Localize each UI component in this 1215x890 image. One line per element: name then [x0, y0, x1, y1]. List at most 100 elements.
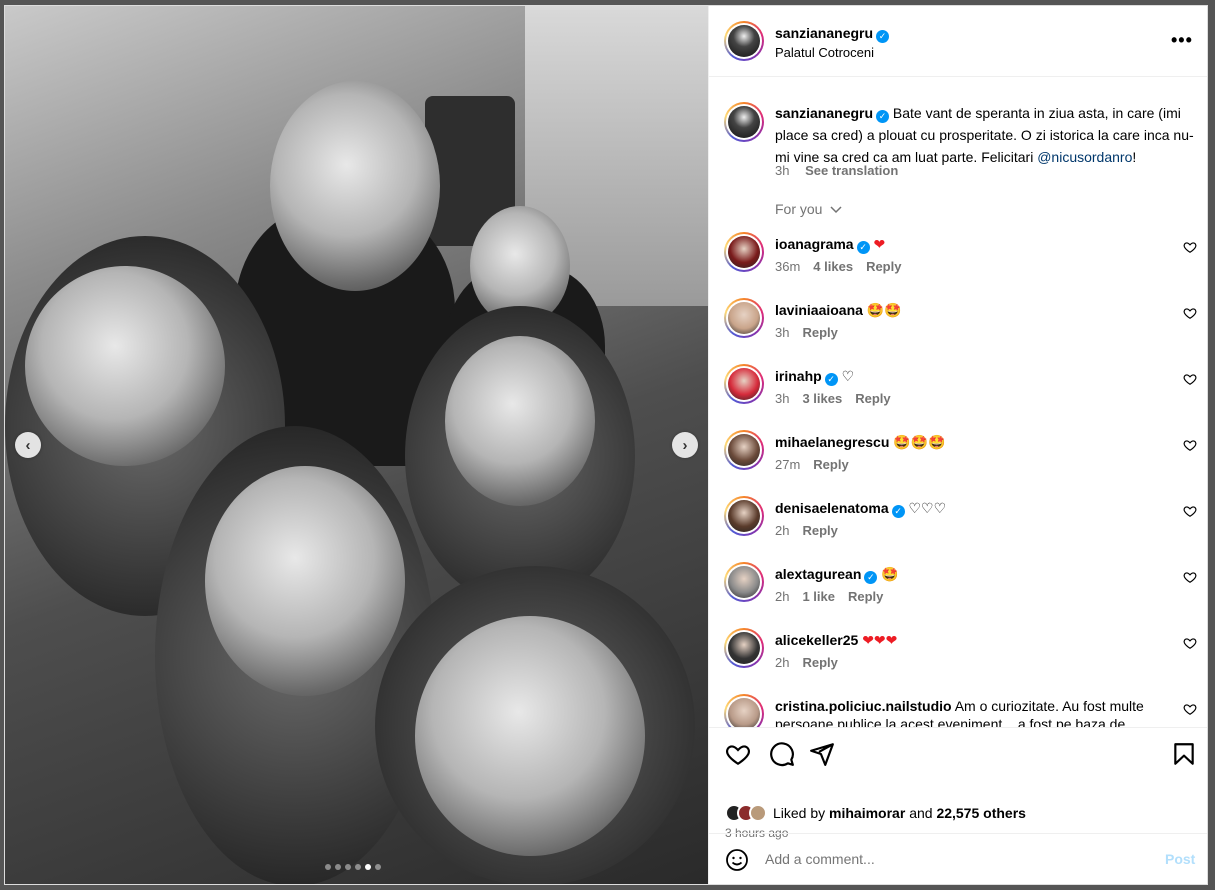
comment-likes[interactable]: 4 likes — [813, 259, 853, 274]
post-location[interactable]: Palatul Cotroceni — [775, 45, 874, 60]
chevron-left-icon: ‹ — [25, 436, 31, 454]
comment-text: cristina.policiuc.nailstudio Am o curioz… — [775, 697, 1175, 727]
reply-button[interactable]: Reply — [866, 259, 901, 274]
comment-text: alextagurean ✓ 🤩 — [775, 565, 1175, 584]
carousel-next-button[interactable]: › — [672, 432, 698, 458]
like-heart-icon[interactable] — [725, 741, 751, 767]
comment-time: 3h — [775, 325, 790, 340]
commenter-avatar[interactable] — [724, 232, 764, 272]
comment-body: ♡♡♡ — [908, 500, 947, 516]
comment-meta: 3h 3 likes Reply — [775, 391, 904, 406]
verified-badge-icon: ✓ — [864, 571, 878, 584]
caption-mention-link[interactable]: @nicusordanro — [1037, 149, 1132, 165]
comment-body: 🤩 — [881, 566, 899, 582]
reply-button[interactable]: Reply — [802, 655, 837, 670]
verified-badge-icon: ✓ — [824, 373, 838, 386]
comment-meta: 2h Reply — [775, 655, 851, 670]
commenter-avatar[interactable] — [724, 694, 764, 727]
carousel-dot — [355, 864, 361, 870]
comment-item: alicekeller25 ❤❤❤ 2h Reply — [709, 628, 1207, 694]
comment-like-heart-icon[interactable] — [1183, 702, 1197, 716]
carousel-prev-button[interactable]: ‹ — [15, 432, 41, 458]
likes-summary[interactable]: Liked by mihaimorar and 22,575 others — [725, 804, 1026, 822]
commenter-avatar[interactable] — [724, 430, 764, 470]
caption-author-avatar[interactable] — [724, 102, 764, 142]
commenter-username[interactable]: alicekeller25 — [775, 632, 858, 648]
author-avatar[interactable] — [724, 21, 764, 61]
comment-meta: 27m Reply — [775, 457, 862, 472]
comment-like-heart-icon[interactable] — [1183, 504, 1197, 518]
author-username[interactable]: sanziananegru — [775, 25, 873, 41]
comment-likes[interactable]: 1 like — [802, 589, 835, 604]
caption-meta: 3h See translation — [775, 163, 910, 178]
comment-like-heart-icon[interactable] — [1183, 306, 1197, 320]
commenter-avatar[interactable] — [724, 628, 764, 668]
emoji-smile-icon[interactable] — [725, 848, 749, 872]
comment-like-heart-icon[interactable] — [1183, 240, 1197, 254]
comment-like-heart-icon[interactable] — [1183, 438, 1197, 452]
caption-end: ! — [1132, 149, 1137, 165]
verified-badge-icon: ✓ — [856, 241, 870, 254]
carousel-dot — [365, 864, 371, 870]
commenter-username[interactable]: alextagurean — [775, 566, 861, 582]
comment-time: 3h — [775, 391, 790, 406]
commenter-avatar[interactable] — [724, 298, 764, 338]
commenter-avatar[interactable] — [724, 364, 764, 404]
comment-text: alicekeller25 ❤❤❤ — [775, 631, 1175, 649]
post-side-panel: sanziananegru ✓ Palatul Cotroceni ••• san… — [708, 6, 1207, 884]
comment-time: 2h — [775, 523, 790, 538]
comment-body: ❤❤❤ — [862, 632, 898, 648]
comment-sort-dropdown[interactable]: For you — [775, 201, 842, 217]
comment-meta: 2h Reply — [775, 523, 851, 538]
verified-badge-icon: ✓ — [876, 30, 890, 43]
comments-list[interactable]: sanziananegru ✓ Bate vant de speranta in … — [709, 77, 1207, 727]
commenter-username[interactable]: laviniaaioana — [775, 302, 863, 318]
commenter-username[interactable]: irinahp — [775, 368, 822, 384]
commenter-username[interactable]: mihaelanegrescu — [775, 434, 889, 450]
reply-button[interactable]: Reply — [813, 457, 848, 472]
commenter-avatar[interactable] — [724, 496, 764, 536]
comment-like-heart-icon[interactable] — [1183, 570, 1197, 584]
comment-time: 27m — [775, 457, 801, 472]
share-send-icon[interactable] — [809, 741, 835, 767]
commenter-username[interactable]: cristina.policiuc.nailstudio — [775, 698, 952, 714]
comment-item: mihaelanegrescu 🤩🤩🤩 27m Reply — [709, 430, 1207, 496]
carousel-dot — [375, 864, 381, 870]
post-photo[interactable]: ‹ › — [5, 6, 708, 884]
reply-button[interactable]: Reply — [848, 589, 883, 604]
commenter-username[interactable]: denisaelenatoma — [775, 500, 889, 516]
comment-likes[interactable]: 3 likes — [802, 391, 842, 406]
photo-person-face — [445, 336, 595, 506]
liker-avatar — [749, 804, 767, 822]
liked-by-others-link[interactable]: 22,575 others — [936, 805, 1026, 821]
reply-button[interactable]: Reply — [802, 523, 837, 538]
liked-by-user-link[interactable]: mihaimorar — [829, 805, 905, 821]
comment-text: irinahp ✓ ♡ — [775, 367, 1175, 386]
photo-person-face — [415, 616, 645, 856]
see-translation-link[interactable]: See translation — [805, 163, 898, 178]
comment-like-heart-icon[interactable] — [1183, 636, 1197, 650]
comment-meta: 2h 1 like Reply — [775, 589, 896, 604]
add-comment-bar: Post — [709, 833, 1207, 884]
reply-button[interactable]: Reply — [855, 391, 890, 406]
post-header: sanziananegru ✓ Palatul Cotroceni ••• — [709, 6, 1207, 77]
commenter-username[interactable]: ioanagrama — [775, 236, 854, 252]
reply-button[interactable]: Reply — [802, 325, 837, 340]
more-options-icon[interactable]: ••• — [1171, 30, 1193, 51]
verified-badge-icon: ✓ — [876, 110, 890, 123]
caption-time: 3h — [775, 163, 790, 178]
comment-like-heart-icon[interactable] — [1183, 372, 1197, 386]
post-caption: sanziananegru ✓ Bate vant de speranta in … — [775, 102, 1195, 168]
comment-sort-label: For you — [775, 201, 823, 217]
comment-item: irinahp ✓ ♡ 3h 3 likes Reply — [709, 364, 1207, 430]
post-comment-button[interactable]: Post — [1165, 851, 1195, 867]
caption-username[interactable]: sanziananegru — [775, 105, 873, 121]
comment-item: denisaelenatoma ✓ ♡♡♡ 2h Reply — [709, 496, 1207, 562]
bookmark-save-icon[interactable] — [1171, 741, 1197, 767]
commenter-avatar[interactable] — [724, 562, 764, 602]
comment-time: 36m — [775, 259, 801, 274]
add-comment-input[interactable] — [765, 851, 1125, 867]
photo-person-face — [205, 466, 405, 696]
liked-by-prefix: Liked by — [773, 805, 826, 821]
comment-bubble-icon[interactable] — [769, 741, 795, 767]
